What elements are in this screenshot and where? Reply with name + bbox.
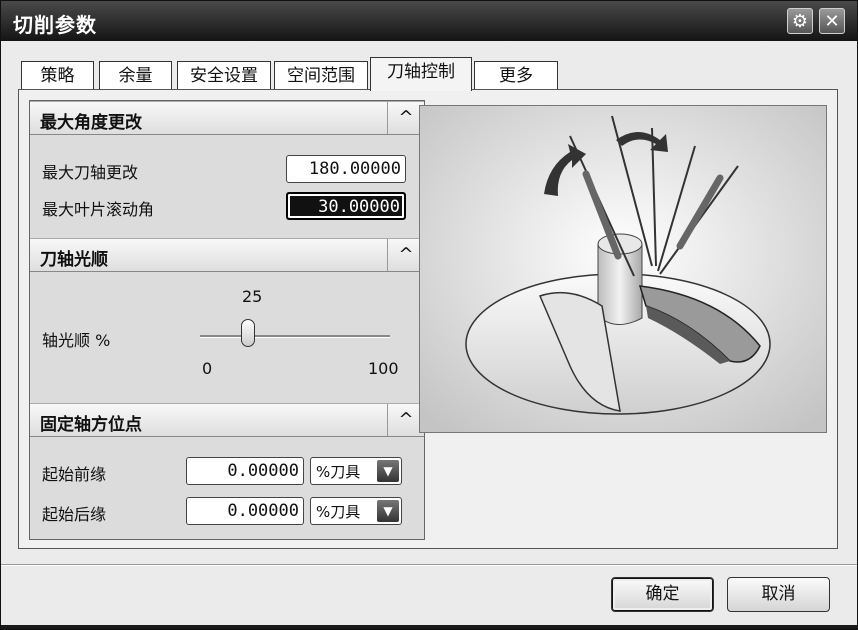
start-leading-edge-label: 起始前缘 (42, 465, 107, 484)
ok-button[interactable]: 确定 (611, 577, 714, 612)
chevron-down-icon[interactable]: ▼ (377, 460, 399, 482)
trailing-edge-unit-select[interactable]: %刀具 ▼ (310, 497, 402, 525)
slider-min-text: 0 (202, 359, 213, 378)
window-title: 切削参数 (13, 13, 97, 37)
max-axis-change-label: 最大刀轴更改 (42, 163, 139, 182)
leading-edge-unit-select[interactable]: %刀具 ▼ (310, 457, 402, 485)
section-fixed-header[interactable]: 固定轴方位点 ^ (30, 403, 424, 437)
tab-tool-axis[interactable]: 刀轴控制 (370, 57, 472, 91)
start-leading-edge-input[interactable]: 0.00000 (186, 457, 304, 485)
impeller-illustration (420, 106, 826, 432)
section-max-angle-title: 最大角度更改 (40, 113, 142, 133)
tab-stock[interactable]: 余量 (99, 61, 172, 90)
close-icon[interactable]: ✕ (819, 8, 845, 34)
title-bar[interactable]: 切削参数 ⚙ ✕ (1, 1, 857, 41)
tool-axis-illustration (419, 105, 827, 433)
window-bottom-edge (1, 625, 857, 629)
max-axis-change-input[interactable]: 180.00000 (286, 155, 406, 183)
max-blade-roll-label: 最大叶片滚动角 (42, 200, 155, 219)
start-trailing-edge-input[interactable]: 0.00000 (186, 497, 304, 525)
tab-safety[interactable]: 安全设置 (177, 61, 271, 90)
section-fixed-title: 固定轴方位点 (40, 415, 142, 435)
parameter-panel: 最大角度更改 ^ 最大刀轴更改 180.00000 最大叶片滚动角 30.000… (29, 100, 425, 540)
cancel-button[interactable]: 取消 (727, 577, 830, 612)
axis-smooth-slider-track[interactable] (200, 335, 390, 338)
tab-more[interactable]: 更多 (474, 61, 558, 90)
axis-smooth-slider-thumb[interactable] (240, 319, 255, 347)
slider-value-text: 25 (242, 287, 263, 306)
leading-edge-unit-value: %刀具 (316, 463, 361, 481)
tab-space-range[interactable]: 空间范围 (274, 61, 368, 90)
tab-strategy[interactable]: 策略 (21, 61, 94, 90)
section-smooth-title: 刀轴光顺 (40, 250, 108, 270)
axis-smooth-label: 轴光顺 % (42, 331, 111, 350)
section-smooth-header[interactable]: 刀轴光顺 ^ (30, 238, 424, 272)
section-max-angle-header[interactable]: 最大角度更改 ^ (30, 101, 424, 135)
max-blade-roll-input[interactable]: 30.00000 (286, 192, 406, 220)
slider-max-text: 100 (368, 359, 399, 378)
footer-divider (1, 564, 857, 566)
chevron-down-icon[interactable]: ▼ (377, 500, 399, 522)
start-trailing-edge-label: 起始后缘 (42, 505, 107, 524)
trailing-edge-unit-value: %刀具 (316, 503, 361, 521)
dialog-window: 切削参数 ⚙ ✕ 策略 余量 安全设置 空间范围 刀轴控制 更多 最大角度更改 … (0, 0, 858, 630)
settings-icon[interactable]: ⚙ (787, 8, 813, 34)
